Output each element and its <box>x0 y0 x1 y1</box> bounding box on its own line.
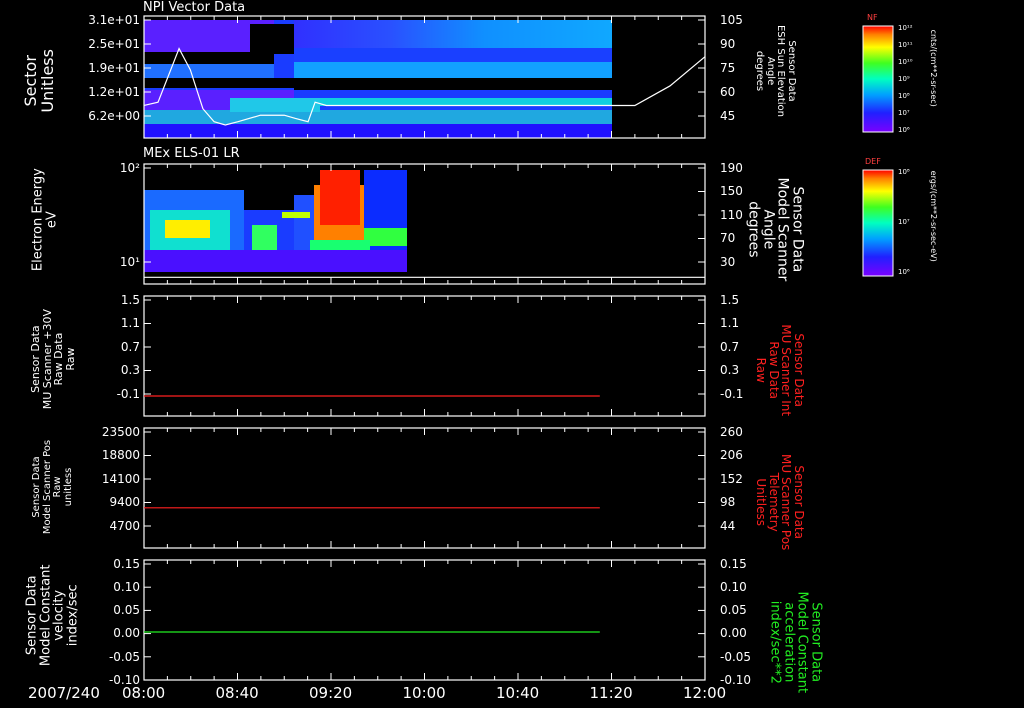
panel-title-els: MEx ELS-01 LR <box>143 146 240 161</box>
rlabel-p4: Sensor Data MU Scanner Pos Telemetry Unitle… <box>754 454 807 551</box>
y-tick-label-right-p3: 0.7 <box>720 339 740 354</box>
y-tick-label-right-p5: 0.05 <box>720 603 747 618</box>
y-tick-label-right-p3: -0.1 <box>720 386 744 401</box>
colorbar-tick-def: 10⁶ <box>898 267 910 276</box>
y-tick-label-right-p5: 0.15 <box>720 556 747 571</box>
y-tick-label-p3: 1.1 <box>120 316 140 331</box>
y-tick-label-p5: 0.10 <box>113 580 140 594</box>
colorbar-unit-nf: cnts/(cm**2-sr-sec) <box>929 29 939 107</box>
y-tick-label-p2: 10¹ <box>119 254 140 269</box>
data-lines <box>144 395 600 633</box>
y-tick-label-right-p4: 152 <box>720 471 743 486</box>
els-colorbar <box>862 169 894 277</box>
y-tick-label-p4: 23500 <box>101 424 140 439</box>
ylabel-p2: Electron Energy eV <box>30 168 59 272</box>
y-tick-label-p1: 3.1e+01 <box>88 12 140 27</box>
y-tick-label-right-p5: 0.00 <box>720 626 747 641</box>
time-tick-label: 11:20 <box>589 684 633 702</box>
colorbar-tick-def: 10⁸ <box>898 167 910 176</box>
ylabel-p3: Sensor Data MU Scanner +30V Raw Data Raw <box>28 308 77 410</box>
y-tick-label-right-p5: -0.05 <box>720 649 752 664</box>
colorbar-tick-def: 10⁷ <box>898 217 910 226</box>
y-tick-label-right-p2: 110 <box>720 207 743 222</box>
colorbar-tick-nf: 10⁹ <box>898 74 910 83</box>
y-tick-label-right-p2: 190 <box>720 160 743 175</box>
y-tick-label-right-p4: 98 <box>720 495 736 510</box>
time-tick-label: 10:40 <box>496 684 540 702</box>
y-tick-label-right-p5: 0.10 <box>720 580 747 594</box>
rlabel-p1: Sensor Data ESH Sun Elevation Angle degrees <box>754 24 798 118</box>
y-tick-label-right-p3: 0.3 <box>720 363 740 378</box>
y-tick-label-right-p1: 105 <box>720 12 743 27</box>
colorbar-unit-def: ergs/(cm**2-sr-sec-eV) <box>929 170 939 262</box>
plot-canvas <box>143 15 894 681</box>
y-tick-label-right-p3: 1.5 <box>720 292 740 307</box>
time-tick-label: 08:40 <box>215 684 259 702</box>
panel-title-npi: NPI Vector Data <box>143 0 246 15</box>
y-tick-label-right-p2: 150 <box>720 184 743 199</box>
time-tick-label: 10:00 <box>402 684 446 702</box>
colorbar-tick-nf: 10⁸ <box>898 91 910 100</box>
colorbar-tick-nf: 10⁷ <box>898 108 910 117</box>
panel-frame-p3 <box>143 295 706 417</box>
y-tick-label-right-p1: 90 <box>720 36 736 51</box>
y-tick-label-right-p1: 60 <box>720 84 736 99</box>
rlabel-p5: Sensor Data Model Constant acceleration ind… <box>767 591 824 694</box>
colorbar-tick-nf: 10⁶ <box>898 125 910 134</box>
npi-heatmap <box>144 20 612 138</box>
ylabel-p4: Sensor Data Model Scanner Pos Raw unitless <box>31 439 74 535</box>
npi-colorbar <box>862 25 894 133</box>
y-tick-label-right-p4: 260 <box>720 424 743 439</box>
y-tick-label-p1: 1.9e+01 <box>88 60 140 75</box>
y-tick-label-p3: 1.5 <box>120 292 140 307</box>
y-tick-label-p1: 6.2e+00 <box>88 108 140 123</box>
y-tick-label-right-p2: 30 <box>720 254 736 269</box>
y-tick-label-p4: 4700 <box>109 518 140 533</box>
y-tick-label-p4: 9400 <box>109 495 140 510</box>
time-tick-label: 12:00 <box>683 684 727 702</box>
y-tick-label-right-p2: 70 <box>720 231 736 246</box>
y-tick-label-p5: -0.05 <box>108 649 140 664</box>
y-tick-label-right-p3: 1.1 <box>720 316 740 331</box>
y-tick-label-p4: 18800 <box>101 448 140 463</box>
colorbar-label-nf: NF <box>867 13 878 22</box>
time-tick-label: 08:00 <box>122 684 166 702</box>
time-tick-label: 09:20 <box>309 684 353 702</box>
colorbar-tick-nf: 10¹⁰ <box>898 57 913 66</box>
y-tick-label-p2: 10² <box>119 160 140 175</box>
y-tick-label-p3: 0.3 <box>120 363 140 378</box>
y-tick-label-p1: 2.5e+01 <box>88 36 140 51</box>
ylabel-p1: Sector Unitless <box>21 49 57 113</box>
panel-frame-p4 <box>143 427 706 549</box>
y-tick-label-p5: 0.00 <box>113 626 140 641</box>
colorbar-tick-nf: 10¹¹ <box>898 40 913 49</box>
colorbar-label-def: DEF <box>865 157 881 166</box>
date-label: 2007/240 <box>28 684 100 702</box>
y-tick-label-right-p1: 75 <box>720 60 736 75</box>
y-tick-label-right-p4: 44 <box>720 518 736 533</box>
y-tick-label-p4: 14100 <box>101 471 140 486</box>
rlabel-p2: Sensor Data Model Scanner Angle degrees <box>745 177 806 282</box>
y-tick-label-p3: 0.7 <box>120 339 140 354</box>
y-tick-label-right-p1: 45 <box>720 108 736 123</box>
y-tick-label-p3: -0.1 <box>116 386 140 401</box>
ylabel-p5: Sensor Data Model Constant velocity index/s… <box>24 564 81 667</box>
y-tick-label-p1: 1.2e+01 <box>88 84 140 99</box>
colorbar-tick-nf: 10¹² <box>898 23 913 32</box>
rlabel-p3: Sensor Data MU Scanner Int Raw Data Raw <box>754 324 807 417</box>
y-tick-label-p5: 0.05 <box>113 603 140 618</box>
els-heatmap <box>144 168 407 274</box>
y-tick-label-right-p4: 206 <box>720 448 743 463</box>
y-tick-label-p5: 0.15 <box>113 556 140 571</box>
panel-frame-p5 <box>143 559 706 681</box>
